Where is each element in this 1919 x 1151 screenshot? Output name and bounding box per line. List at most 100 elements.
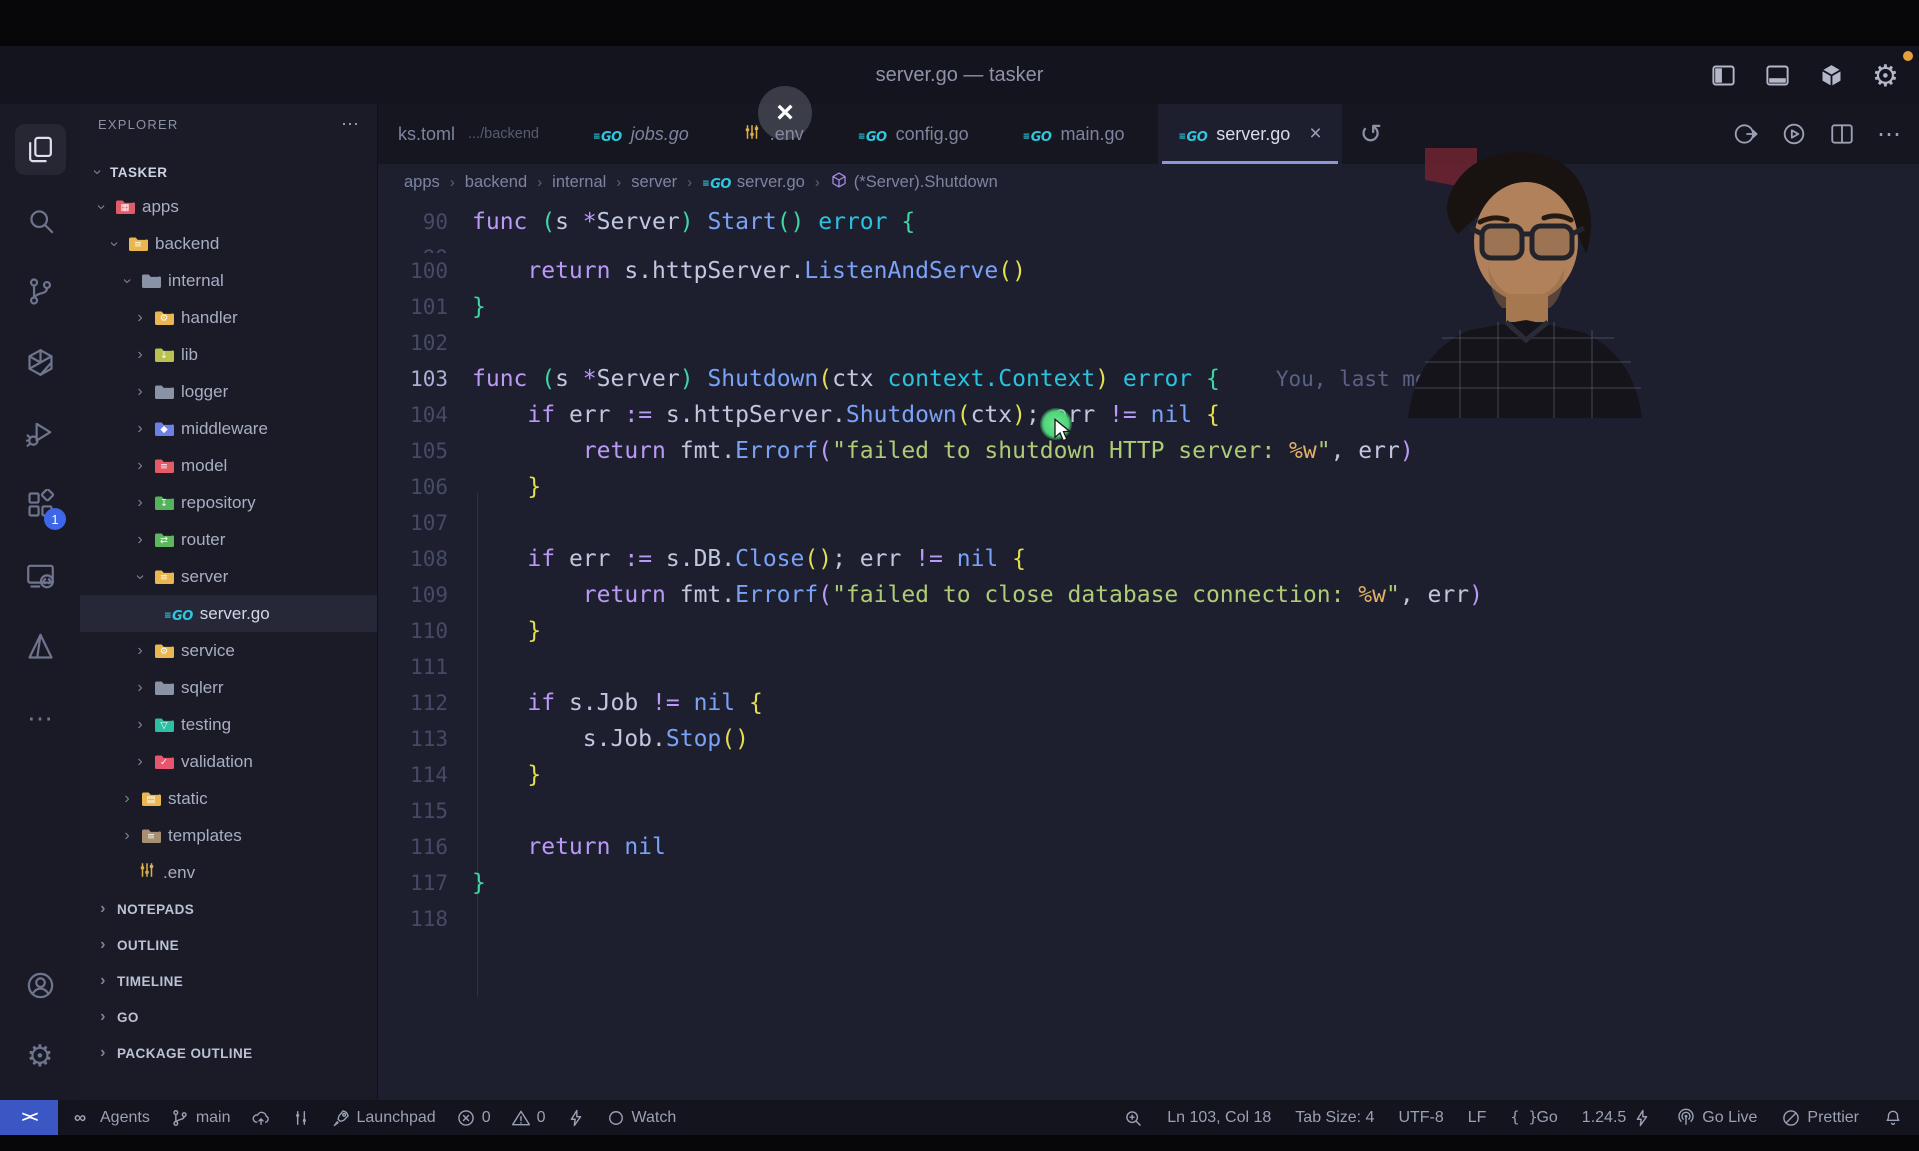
tab-server-go[interactable]: GOserver.go×: [1158, 104, 1341, 164]
status-go[interactable]: { }Go: [1510, 1108, 1557, 1128]
tree-item-sqlerr[interactable]: ›sqlerr: [80, 669, 377, 706]
breadcrumb-item[interactable]: backend: [465, 173, 527, 192]
activitybar-run-debug[interactable]: [0, 398, 80, 469]
sidebar-section-outline[interactable]: ›OUTLINE: [80, 927, 377, 963]
status-main[interactable]: main: [170, 1108, 231, 1128]
activitybar-account[interactable]: [0, 950, 80, 1021]
code-line-113[interactable]: 113 s.Job.Stop(): [378, 721, 1919, 757]
tree-item-router[interactable]: ›⇄router: [80, 521, 377, 558]
split-editor-icon[interactable]: [1829, 121, 1855, 147]
tree-item-testing[interactable]: ›▽testing: [80, 706, 377, 743]
tree-item-apps[interactable]: ›▦apps: [80, 188, 377, 225]
code-line-109[interactable]: 109 return fmt.Errorf("failed to close d…: [378, 577, 1919, 613]
run-circle-icon[interactable]: [1733, 121, 1759, 147]
status-cloud-upload[interactable]: [251, 1108, 271, 1128]
status-compare-dots[interactable]: [291, 1108, 311, 1128]
tree-item-static[interactable]: ›▤static: [80, 780, 377, 817]
status-watch[interactable]: Watch: [606, 1108, 677, 1128]
overlay-close-icon[interactable]: ×: [758, 86, 812, 140]
sidebar-section-package-outline[interactable]: ›PACKAGE OUTLINE: [80, 1035, 377, 1071]
settings-gear-icon[interactable]: ⚙: [1872, 62, 1899, 89]
code-line-99[interactable]: 99: [378, 240, 1919, 253]
status-utf-8[interactable]: UTF-8: [1398, 1109, 1443, 1127]
breadcrumb-item[interactable]: server: [631, 173, 677, 192]
project-root-row[interactable]: › TASKER: [80, 156, 377, 188]
tree-item-validation[interactable]: ›✓validation: [80, 743, 377, 780]
play-circle-icon[interactable]: [1781, 121, 1807, 147]
code-line-110[interactable]: 110 }: [378, 613, 1919, 649]
tree-item--env[interactable]: .env: [80, 854, 377, 891]
history-icon[interactable]: ↺: [1360, 119, 1383, 150]
breadcrumb-item[interactable]: apps: [404, 173, 440, 192]
status-go-live[interactable]: Go Live: [1676, 1108, 1757, 1128]
layout-panel-icon[interactable]: [1764, 62, 1791, 89]
status-tab-size-4[interactable]: Tab Size: 4: [1295, 1109, 1374, 1127]
tree-item-templates[interactable]: ›≡templates: [80, 817, 377, 854]
activitybar-prism[interactable]: [0, 611, 80, 682]
tree-item-handler[interactable]: ›⚙handler: [80, 299, 377, 336]
sidebar-section-timeline[interactable]: ›TIMELINE: [80, 963, 377, 999]
code-line-118[interactable]: 118: [378, 901, 1919, 937]
code-line-103[interactable]: 103func (s *Server) Shutdown(ctx context…: [378, 361, 1919, 397]
status-ln-103-col-18[interactable]: Ln 103, Col 18: [1167, 1109, 1271, 1127]
remote-indicator[interactable]: ><: [0, 1100, 58, 1135]
activitybar-files[interactable]: [0, 114, 80, 185]
code-line-115[interactable]: 115: [378, 793, 1919, 829]
code-line-108[interactable]: 108 if err := s.DB.Close(); err != nil {: [378, 541, 1919, 577]
tree-item-repository[interactable]: ›↧repository: [80, 484, 377, 521]
tab-jobs-go[interactable]: GOjobs.go: [573, 104, 709, 164]
explorer-more-icon[interactable]: ⋯: [341, 114, 359, 135]
tree-item-middleware[interactable]: ›◆middleware: [80, 410, 377, 447]
activitybar-search[interactable]: [0, 185, 80, 256]
code-editor[interactable]: 90func (s *Server) Start() error {99100 …: [378, 200, 1919, 1100]
status-0[interactable]: 0: [456, 1108, 491, 1128]
more-icon[interactable]: ⋯: [1877, 120, 1901, 149]
status-bell[interactable]: [1883, 1108, 1903, 1128]
code-line-106[interactable]: 106 }: [378, 469, 1919, 505]
code-line-90[interactable]: 90func (s *Server) Start() error {: [378, 204, 1919, 240]
breadcrumb-item[interactable]: GOserver.go: [702, 172, 805, 192]
tree-item-service[interactable]: ›⚙service: [80, 632, 377, 669]
tab-ks-toml[interactable]: ks.toml.../backend: [378, 104, 559, 164]
activitybar-source-control[interactable]: [0, 256, 80, 327]
activitybar-cube-wire[interactable]: [0, 327, 80, 398]
code-line-102[interactable]: 102: [378, 325, 1919, 361]
code-line-117[interactable]: 117}: [378, 865, 1919, 901]
tree-item-logger[interactable]: ›logger: [80, 373, 377, 410]
code-line-104[interactable]: 104 if err := s.httpServer.Shutdown(ctx)…: [378, 397, 1919, 433]
activitybar-settings-gear[interactable]: ⚙: [0, 1021, 80, 1092]
breadcrumb-item[interactable]: internal: [552, 173, 606, 192]
tab-config-go[interactable]: GOconfig.go: [838, 104, 989, 164]
tree-item-model[interactable]: ›≡model: [80, 447, 377, 484]
boxkite-icon[interactable]: [1818, 62, 1845, 89]
code-line-100[interactable]: 100 return s.httpServer.ListenAndServe(): [378, 253, 1919, 289]
code-line-107[interactable]: 107: [378, 505, 1919, 541]
tree-item-server-go[interactable]: GOserver.go: [80, 595, 377, 632]
tree-item-internal[interactable]: ›internal: [80, 262, 377, 299]
close-icon[interactable]: ×: [1309, 122, 1321, 146]
status-zoom-magnifier[interactable]: [1123, 1108, 1143, 1128]
code-line-111[interactable]: 111: [378, 649, 1919, 685]
status-launchpad[interactable]: Launchpad: [331, 1108, 436, 1128]
status-lightning[interactable]: [566, 1108, 586, 1128]
status-1-24-5[interactable]: 1.24.5: [1582, 1108, 1652, 1128]
code-line-105[interactable]: 105 return fmt.Errorf("failed to shutdow…: [378, 433, 1919, 469]
status-prettier[interactable]: Prettier: [1781, 1108, 1859, 1128]
activitybar-extensions[interactable]: 1: [0, 469, 80, 540]
activitybar-remote-window[interactable]: [0, 540, 80, 611]
code-line-112[interactable]: 112 if s.Job != nil {: [378, 685, 1919, 721]
tree-item-lib[interactable]: ›↓lib: [80, 336, 377, 373]
code-line-116[interactable]: 116 return nil: [378, 829, 1919, 865]
code-line-101[interactable]: 101}: [378, 289, 1919, 325]
status-lf[interactable]: LF: [1468, 1109, 1487, 1127]
sidebar-section-notepads[interactable]: ›NOTEPADS: [80, 891, 377, 927]
status-0[interactable]: 0: [511, 1108, 546, 1128]
tree-item-backend[interactable]: ›≡backend: [80, 225, 377, 262]
status-agents[interactable]: ∞Agents: [74, 1108, 150, 1128]
layout-sidebar-icon[interactable]: [1710, 62, 1737, 89]
code-line-114[interactable]: 114 }: [378, 757, 1919, 793]
breadcrumb-item[interactable]: (*Server).Shutdown: [830, 171, 998, 194]
tab-main-go[interactable]: GOmain.go: [1003, 104, 1145, 164]
sidebar-section-go[interactable]: ›GO: [80, 999, 377, 1035]
tree-item-server[interactable]: ›≡server: [80, 558, 377, 595]
